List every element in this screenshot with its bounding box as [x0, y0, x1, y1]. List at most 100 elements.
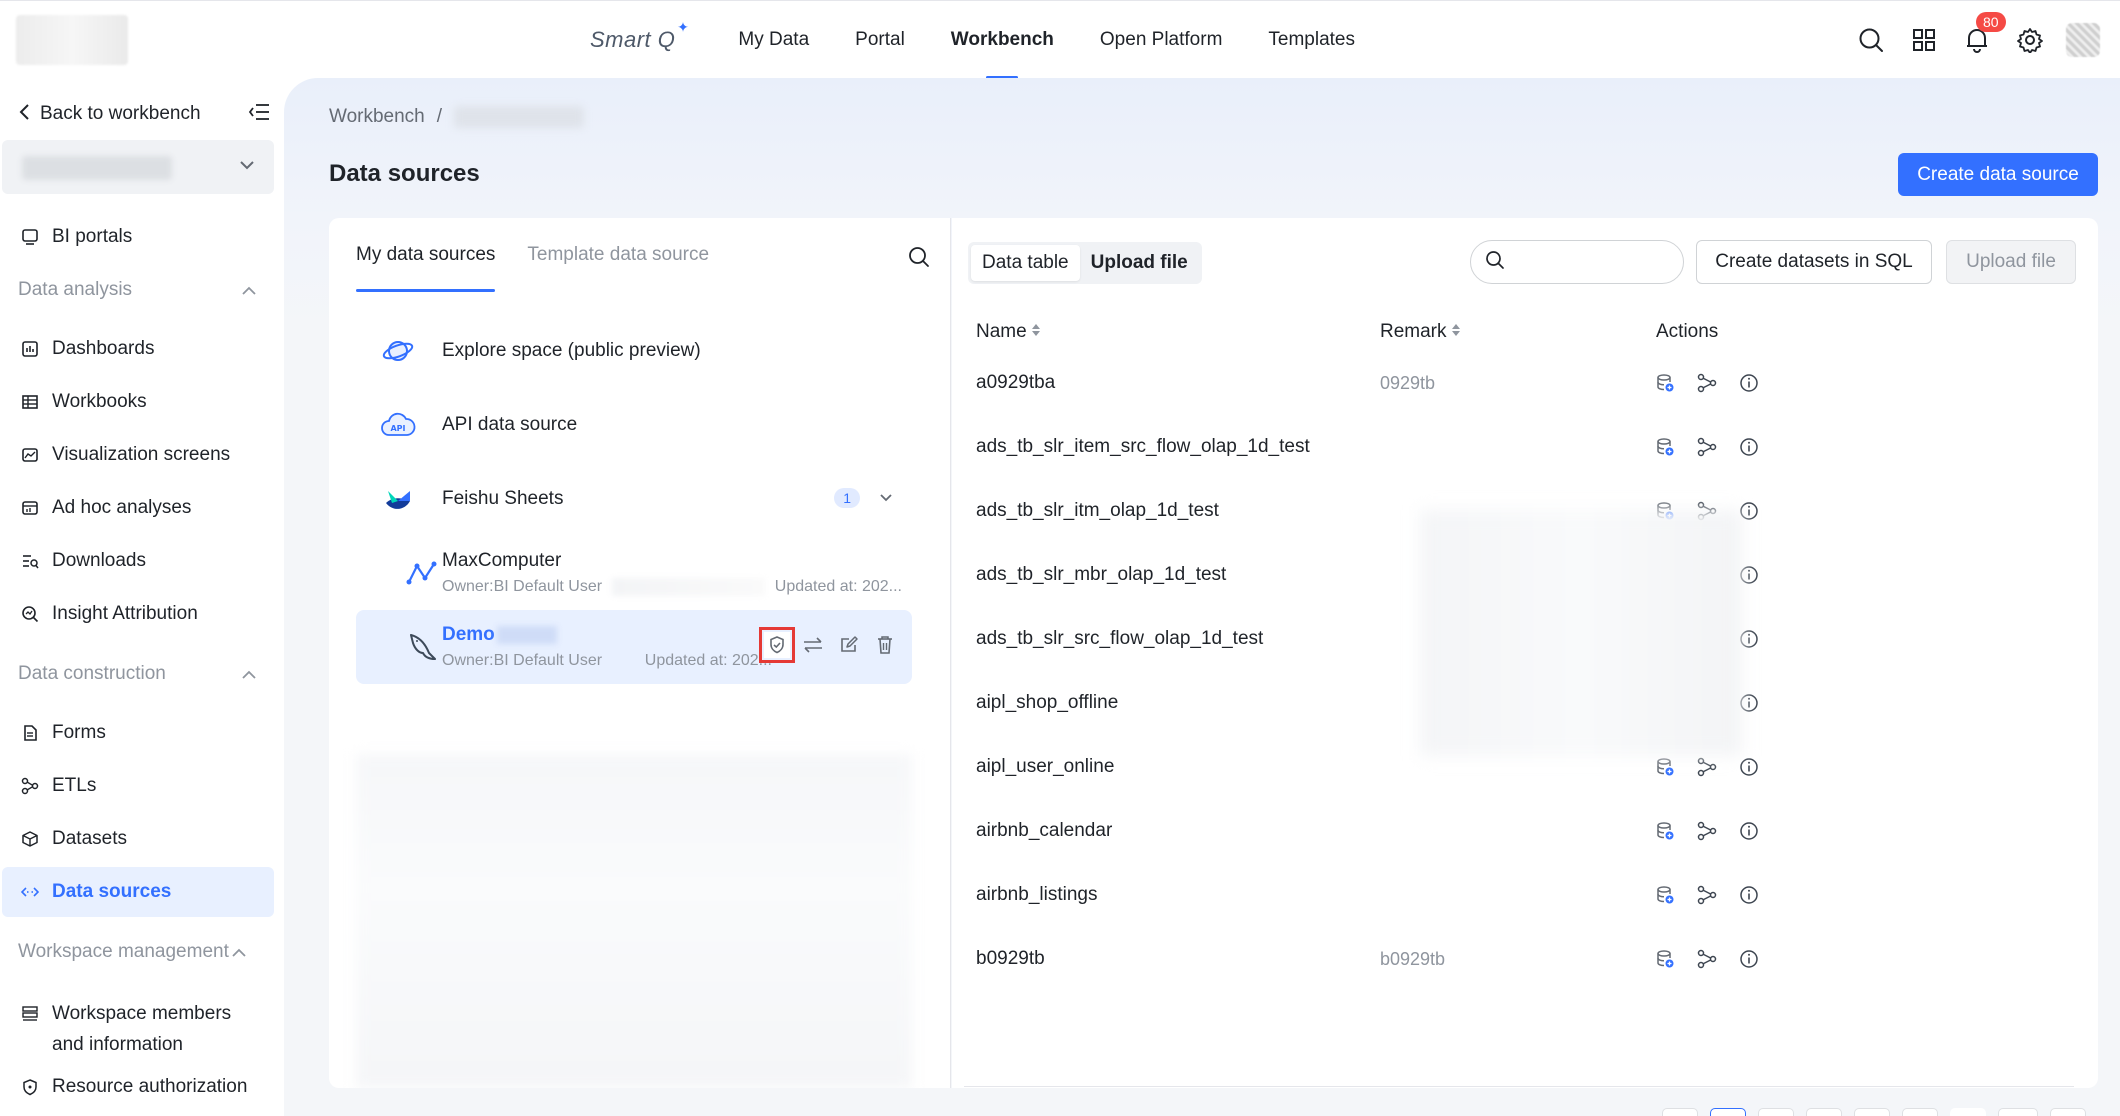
create-dataset-icon[interactable]	[1654, 756, 1676, 778]
prev-page-button[interactable]	[1662, 1108, 1698, 1116]
info-icon[interactable]	[1738, 756, 1760, 778]
nav-workbench[interactable]: Workbench	[951, 1, 1054, 79]
table-row[interactable]: a0929tba 0929tb	[964, 352, 2074, 416]
tab-template-data-source[interactable]: Template data source	[527, 218, 709, 292]
table-name[interactable]: airbnb_calendar	[976, 820, 1112, 842]
table-name[interactable]: b0929tb	[976, 948, 1045, 970]
workspace-selector[interactable]	[2, 140, 274, 194]
page-last-button[interactable]: 11	[1998, 1108, 2038, 1116]
lineage-icon[interactable]	[1696, 948, 1718, 970]
sidebar-item-downloads[interactable]: Downloads	[2, 536, 274, 586]
nav-my-data[interactable]: My Data	[738, 1, 809, 79]
chevron-down-icon[interactable]	[878, 490, 894, 511]
sidebar-item-resource-authorization[interactable]: Resource authorization	[2, 1062, 274, 1112]
nav-templates[interactable]: Templates	[1268, 1, 1355, 79]
smartq-brand[interactable]: Smart Q ✦	[590, 19, 689, 53]
sidebar-group-data-construction[interactable]: Data construction	[18, 654, 258, 694]
app-grid-icon[interactable]	[1907, 24, 1940, 57]
next-page-button[interactable]	[2050, 1108, 2086, 1116]
search-icon[interactable]	[908, 246, 930, 273]
sidebar-item-visualization-screens[interactable]: Visualization screens	[2, 430, 274, 480]
table-row[interactable]: airbnb_listings	[964, 864, 2074, 928]
upload-file-button[interactable]: Upload file	[1946, 240, 2076, 284]
page-1-button[interactable]: 1	[1710, 1108, 1746, 1116]
sort-icon[interactable]	[1451, 321, 1461, 343]
info-icon[interactable]	[1738, 948, 1760, 970]
sidebar-item-etls[interactable]: ETLs	[2, 761, 274, 811]
sidebar-item-workbooks[interactable]: Workbooks	[2, 377, 274, 427]
back-to-workbench-link[interactable]: Back to workbench	[18, 96, 270, 132]
create-dataset-icon[interactable]	[1654, 948, 1676, 970]
sidebar-item-workspace-members[interactable]: Workspace members and information	[2, 984, 274, 1055]
sidebar-item-insight-attribution[interactable]: Insight Attribution	[2, 589, 274, 639]
tab-upload-file[interactable]: Upload file	[1080, 245, 1199, 281]
info-icon[interactable]	[1738, 372, 1760, 394]
gear-icon[interactable]	[2013, 24, 2046, 57]
sidebar-item-ad-hoc-analyses[interactable]: Ad hoc analyses	[2, 483, 274, 533]
sidebar-item-datasets[interactable]: Datasets	[2, 814, 274, 864]
create-data-source-button[interactable]: Create data source	[1898, 153, 2098, 196]
lineage-icon[interactable]	[1696, 756, 1718, 778]
search-icon[interactable]	[1854, 24, 1887, 57]
breadcrumb-workbench[interactable]: Workbench	[329, 106, 425, 128]
source-explore-space[interactable]: Explore space (public preview)	[356, 314, 912, 388]
table-name[interactable]: aipl_shop_offline	[976, 692, 1118, 714]
sidebar-item-bi-portals[interactable]: BI portals	[2, 212, 274, 262]
edit-icon[interactable]	[836, 632, 862, 658]
workspace-name-redacted	[22, 156, 172, 180]
table-row[interactable]: ads_tb_slr_item_src_flow_olap_1d_test	[964, 416, 2074, 480]
table-row[interactable]: airbnb_calendar	[964, 800, 2074, 864]
lineage-icon[interactable]	[1696, 884, 1718, 906]
source-demo-mysql[interactable]: Demo Owner:BI Default User Updated at: 2…	[356, 610, 912, 684]
create-datasets-sql-button[interactable]: Create datasets in SQL	[1696, 240, 1932, 284]
collapse-sidebar-icon[interactable]	[248, 102, 270, 127]
row-actions	[1654, 948, 1760, 970]
tab-my-data-sources[interactable]: My data sources	[356, 218, 496, 292]
bell-icon[interactable]: 80	[1960, 11, 2006, 57]
sidebar-item-forms[interactable]: Forms	[2, 708, 274, 758]
table-name[interactable]: airbnb_listings	[976, 884, 1097, 906]
page-4-button[interactable]: 4	[1854, 1108, 1890, 1116]
table-row[interactable]: b0929tb b0929tb	[964, 928, 2074, 992]
page-5-button[interactable]: 5	[1902, 1108, 1938, 1116]
lineage-icon[interactable]	[1696, 820, 1718, 842]
table-search-input[interactable]	[1513, 251, 1673, 273]
page-ellipsis[interactable]: •••	[1950, 1108, 1986, 1116]
source-api[interactable]: API API data source	[356, 388, 912, 462]
source-maxcomputer[interactable]: MaxComputer Owner:BI Default User Update…	[356, 536, 912, 610]
tab-data-table[interactable]: Data table	[971, 245, 1080, 281]
info-icon[interactable]	[1738, 884, 1760, 906]
table-name[interactable]: a0929tba	[976, 372, 1055, 394]
info-icon[interactable]	[1738, 820, 1760, 842]
column-header-remark[interactable]: Remark	[1380, 321, 1461, 343]
sort-icon[interactable]	[1031, 321, 1041, 343]
table-name[interactable]: ads_tb_slr_itm_olap_1d_test	[976, 500, 1219, 522]
page-3-button[interactable]: 3	[1806, 1108, 1842, 1116]
shield-check-icon[interactable]	[759, 627, 795, 663]
breadcrumb-workspace-redacted[interactable]	[454, 106, 585, 128]
table-name[interactable]: ads_tb_slr_mbr_olap_1d_test	[976, 564, 1226, 586]
lineage-icon[interactable]	[1696, 436, 1718, 458]
source-feishu-sheets[interactable]: Feishu Sheets 1	[356, 462, 912, 536]
trash-icon[interactable]	[872, 632, 898, 658]
create-dataset-icon[interactable]	[1654, 436, 1676, 458]
nav-open-platform[interactable]: Open Platform	[1100, 1, 1223, 79]
sidebar-group-workspace-management[interactable]: Workspace management	[18, 932, 258, 972]
sidebar-item-dashboards[interactable]: Dashboards	[2, 324, 274, 374]
table-name[interactable]: ads_tb_slr_item_src_flow_olap_1d_test	[976, 436, 1310, 458]
create-dataset-icon[interactable]	[1654, 820, 1676, 842]
create-dataset-icon[interactable]	[1654, 884, 1676, 906]
avatar[interactable]	[2066, 23, 2100, 57]
page-2-button[interactable]: 2	[1758, 1108, 1794, 1116]
column-header-name[interactable]: Name	[976, 321, 1041, 343]
sidebar-group-data-analysis[interactable]: Data analysis	[18, 270, 258, 310]
switch-arrows-icon[interactable]	[800, 632, 826, 658]
nav-portal[interactable]: Portal	[855, 1, 905, 79]
table-name[interactable]: ads_tb_slr_src_flow_olap_1d_test	[976, 628, 1263, 650]
info-icon[interactable]	[1738, 436, 1760, 458]
lineage-icon[interactable]	[1696, 372, 1718, 394]
table-name[interactable]: aipl_user_online	[976, 756, 1114, 778]
company-logo[interactable]	[16, 15, 128, 65]
sidebar-item-data-sources[interactable]: Data sources	[2, 867, 274, 917]
create-dataset-icon[interactable]	[1654, 372, 1676, 394]
